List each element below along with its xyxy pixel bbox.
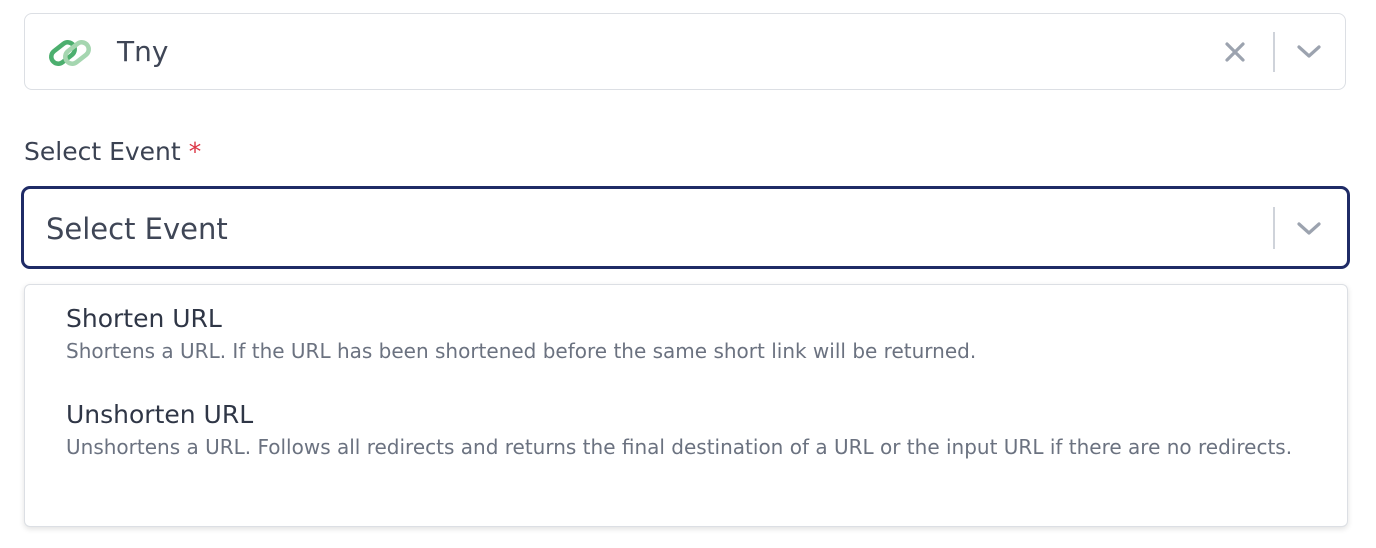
select-event-label-text: Select Event [24, 137, 181, 166]
chevron-down-icon [1297, 222, 1321, 235]
select-event-input[interactable]: Select Event [21, 186, 1350, 269]
select-event-placeholder: Select Event [46, 212, 228, 246]
app-select-divider [1273, 32, 1275, 72]
clear-selection-button[interactable] [1221, 38, 1249, 66]
select-event-label: Select Event * [24, 136, 201, 168]
app-select[interactable]: Tny [24, 13, 1346, 90]
close-icon [1225, 42, 1245, 62]
app-select-value: Tny [117, 35, 169, 68]
event-option-description: Unshortens a URL. Follows all redirects … [66, 435, 1293, 459]
app-select-toggle[interactable] [1293, 38, 1325, 66]
select-event-toggle[interactable] [1293, 215, 1325, 243]
event-option-title: Shorten URL [66, 304, 222, 333]
event-option-unshorten-url[interactable]: Unshorten URL Unshortens a URL. Follows … [66, 399, 1306, 463]
chevron-down-icon [1297, 45, 1321, 58]
link-icon [47, 36, 93, 70]
event-option-shorten-url[interactable]: Shorten URL Shortens a URL. If the URL h… [66, 303, 1306, 367]
event-option-title: Unshorten URL [66, 400, 254, 429]
required-marker: * [188, 137, 202, 166]
event-dropdown-menu: Shorten URL Shortens a URL. If the URL h… [24, 284, 1348, 527]
event-option-description: Shortens a URL. If the URL has been shor… [66, 339, 977, 363]
select-event-divider [1273, 207, 1275, 249]
